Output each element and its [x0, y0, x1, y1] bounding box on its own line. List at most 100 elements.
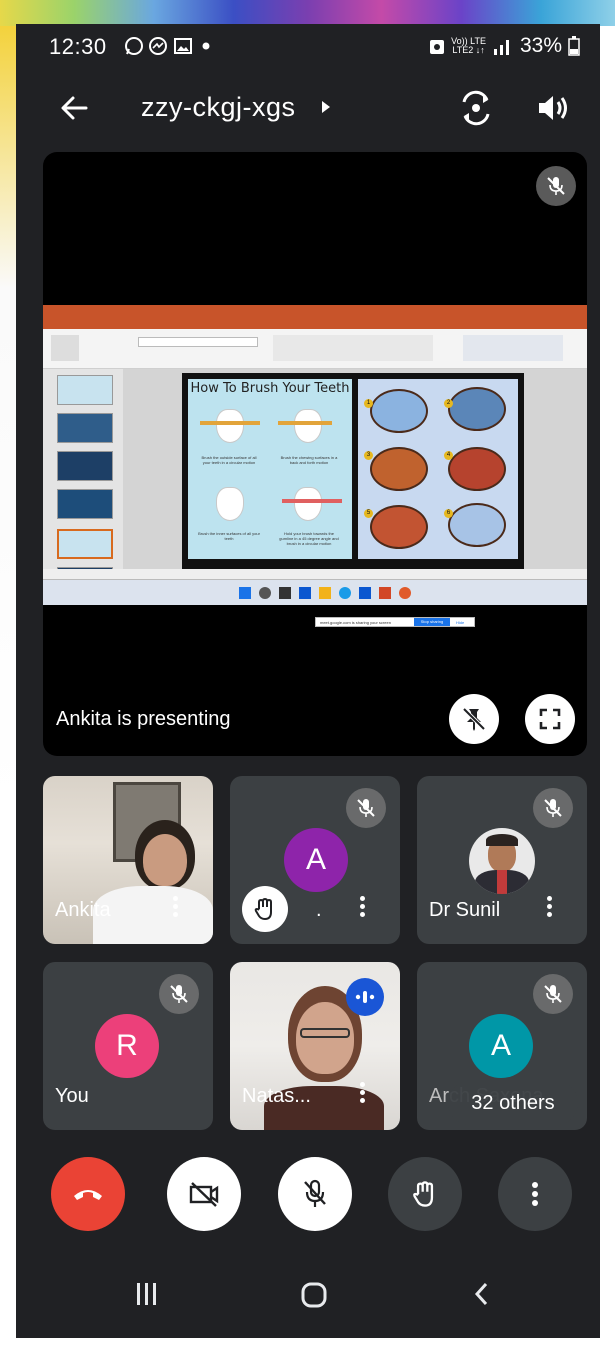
tooth-illustration [294, 487, 322, 521]
hide-button: Hide [456, 620, 465, 625]
speaking-indicator [346, 978, 384, 1016]
tooth-illustration [216, 487, 244, 521]
participant-tile-natasha[interactable]: Natas... [230, 962, 400, 1130]
participant-mic-off-badge [533, 974, 573, 1014]
avatar: R [95, 1014, 159, 1078]
network-bottom: LTE2 ↓↑ [452, 45, 485, 55]
shared-screen: How To Brush Your Teeth Brush the outsid… [43, 305, 587, 627]
mic-off-icon [544, 799, 562, 817]
participant-name: Ankita [55, 899, 111, 921]
battery-icon [568, 36, 580, 56]
ppt-title-bar [43, 305, 587, 329]
app-bar: zzy-ckgj-xgs [16, 82, 600, 134]
end-call-icon [74, 1190, 102, 1200]
raise-hand-icon [254, 898, 272, 920]
tooth-illustration [294, 409, 322, 443]
mic-off-icon [357, 799, 375, 817]
caret-right-icon[interactable] [319, 99, 333, 115]
status-right: Vo)) LTE LTE2 ↓↑ 33% [429, 34, 580, 58]
more-options-icon[interactable] [173, 893, 179, 920]
slide-right-panel: 1 2 3 4 5 6 [358, 379, 518, 559]
end-call-button[interactable] [51, 1157, 125, 1231]
unpin-button[interactable] [449, 694, 499, 744]
messenger-icon [149, 37, 167, 55]
more-options-icon [532, 1182, 538, 1206]
presenter-label: Ankita is presenting [56, 708, 231, 730]
participant-mic-off-badge [533, 788, 573, 828]
mic-off-icon [547, 177, 565, 195]
others-count-pill[interactable]: 32 others [448, 1081, 578, 1125]
more-options-icon[interactable] [360, 1079, 366, 1106]
avatar-photo [469, 828, 535, 894]
participant-name: . [316, 899, 322, 921]
meeting-code[interactable]: zzy-ckgj-xgs [141, 92, 296, 123]
slide-left-panel: How To Brush Your Teeth Brush the outsid… [188, 379, 352, 559]
participant-name: You [55, 1085, 89, 1107]
unpin-icon [462, 707, 486, 731]
recent-apps-icon[interactable] [134, 1280, 160, 1308]
participant-mic-off-badge [159, 974, 199, 1014]
participant-tile-dr-sunil[interactable]: Dr Sunil [417, 776, 587, 944]
audio-wave-icon [355, 991, 375, 1003]
step-image [370, 389, 428, 433]
dot-icon [202, 42, 210, 50]
alarm-icon [430, 40, 445, 54]
step-image [448, 387, 506, 431]
more-options-button[interactable] [498, 1157, 572, 1231]
slide-title: How To Brush Your Teeth [190, 381, 350, 396]
mic-off-icon [544, 985, 562, 1003]
left-edge [0, 26, 16, 1338]
right-edge [600, 26, 615, 1338]
signal-icon [493, 40, 509, 55]
status-time: 12:30 [49, 34, 107, 59]
status-bar: 12:30 Vo)) LTE LTE2 ↓↑ 33% [16, 24, 600, 68]
step-number: 4 [444, 451, 453, 460]
network-label: Vo)) LTE LTE2 ↓↑ [451, 37, 486, 55]
back-arrow-icon[interactable] [56, 90, 92, 126]
mic-toggle-button[interactable] [278, 1157, 352, 1231]
raise-hand-button[interactable] [388, 1157, 462, 1231]
participant-tile-a[interactable]: A . [230, 776, 400, 944]
ppt-ribbon [43, 329, 587, 369]
fullscreen-button[interactable] [525, 694, 575, 744]
bottom-edge [0, 1338, 615, 1355]
caption-1: Brush the outside surface of all your te… [201, 455, 257, 465]
step-image [370, 447, 428, 491]
participant-mic-off-badge [346, 788, 386, 828]
caption-3: Brush the inner surfaces of all your tee… [198, 531, 260, 541]
more-options-icon[interactable] [360, 893, 366, 920]
slide: How To Brush Your Teeth Brush the outsid… [182, 373, 524, 569]
ppt-status-strip [43, 569, 587, 579]
navigation-bar [16, 1260, 600, 1338]
slide-thumbnails [43, 369, 123, 579]
screen-share-bar: meet.google.com is sharing your screen S… [315, 617, 475, 627]
caption-2: Brush the chewing surfaces in a back and… [280, 455, 338, 465]
step-number: 2 [444, 399, 453, 408]
step-number: 3 [364, 451, 373, 460]
share-notice: meet.google.com is sharing your screen [320, 620, 391, 625]
camera-toggle-button[interactable] [167, 1157, 241, 1231]
participant-tile-ankita[interactable]: Ankita [43, 776, 213, 944]
more-options-icon[interactable] [547, 893, 553, 920]
step-image [370, 505, 428, 549]
caption-4: Hold your brush towards the gumline in a… [279, 531, 339, 546]
windows-taskbar [43, 579, 587, 605]
home-icon[interactable] [299, 1280, 329, 1310]
wallpaper-strip [0, 0, 615, 26]
avatar: A [469, 1014, 533, 1078]
camera-off-icon [189, 1182, 219, 1207]
participant-name: Dr Sunil [429, 899, 501, 921]
step-number: 5 [364, 509, 373, 518]
stop-sharing-button: Stop sharing [414, 618, 450, 626]
whatsapp-icon [125, 37, 143, 55]
speaker-icon[interactable] [534, 90, 570, 126]
back-icon[interactable] [471, 1280, 493, 1308]
raised-hand-badge [242, 886, 288, 932]
switch-camera-icon[interactable] [456, 88, 496, 128]
step-image [448, 447, 506, 491]
presentation-tile[interactable]: How To Brush Your Teeth Brush the outsid… [43, 152, 587, 756]
participant-tile-you[interactable]: R You [43, 962, 213, 1130]
participant-name: Natas... [242, 1085, 311, 1107]
presenter-mic-off-badge [536, 166, 576, 206]
step-number: 6 [444, 509, 453, 518]
